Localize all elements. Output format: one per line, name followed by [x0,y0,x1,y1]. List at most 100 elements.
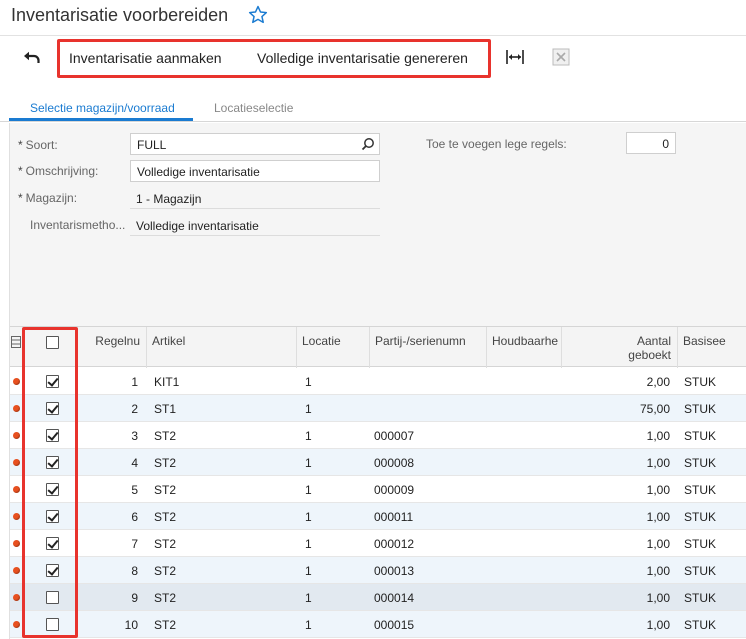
inventory-method-label: Inventarismetho... [30,218,126,232]
row-select-checkbox[interactable] [46,591,59,604]
status-dot-icon [13,567,20,574]
cell-location: 1 [305,510,312,524]
cell-location: 1 [305,618,312,632]
col-header-expiry[interactable]: Houdbaarhe [486,327,561,368]
table-row[interactable]: 2 ST1 1 75,00 STUK [10,395,746,422]
col-header-lot-serial[interactable]: Partij-/serienumn [369,327,486,368]
col-header-item[interactable]: Artikel [146,327,296,368]
status-dot-icon [13,621,20,628]
select-all-checkbox[interactable] [46,336,59,349]
cell-item: ST2 [154,429,177,443]
cell-location: 1 [305,483,312,497]
col-header-book-qty[interactable]: Aantal geboekt [561,327,677,368]
generate-full-inventory-button[interactable]: Volledige inventarisatie genereren [257,50,468,66]
cell-item: ST2 [154,537,177,551]
status-dot-icon [13,594,20,601]
cell-lot-serial: 000012 [374,537,415,551]
cell-lot-serial: 000014 [374,591,415,605]
cell-base-unit: STUK [684,456,717,470]
cell-location: 1 [305,402,312,416]
cell-location: 1 [305,537,312,551]
fit-to-width-icon[interactable] [505,48,525,66]
cell-item: ST2 [154,483,177,497]
toolbar: Inventarisatie aanmaken Volledige invent… [0,37,746,83]
export-excel-icon[interactable] [552,48,570,66]
row-select-checkbox[interactable] [46,618,59,631]
table-row[interactable]: 6 ST2 1 000011 1,00 STUK [10,503,746,530]
cell-line-number: 3 [131,429,138,443]
cell-location: 1 [305,591,312,605]
cell-line-number: 1 [131,375,138,389]
tab-warehouse-selection[interactable]: Selectie magazijn/voorraad [30,101,175,115]
cell-book-qty: 1,00 [646,510,670,524]
table-row[interactable]: 1 KIT1 1 2,00 STUK [10,368,746,395]
cell-book-qty: 1,00 [646,564,670,578]
cell-location: 1 [305,456,312,470]
cell-book-qty: 1,00 [646,537,670,551]
row-select-checkbox[interactable] [46,429,59,442]
row-select-checkbox[interactable] [46,402,59,415]
cell-item: ST2 [154,564,177,578]
cell-line-number: 2 [131,402,138,416]
status-dot-icon [13,513,20,520]
cell-base-unit: STUK [684,537,717,551]
inventory-method-value: Volledige inventarisatie [130,214,380,236]
cell-line-number: 5 [131,483,138,497]
status-dot-icon [13,378,20,385]
row-select-checkbox[interactable] [46,375,59,388]
cell-lot-serial: 000009 [374,483,415,497]
row-select-checkbox[interactable] [46,456,59,469]
selection-form: * Soort: FULL * Omschrijving: Volledige in… [9,123,746,326]
table-row[interactable]: 3 ST2 1 000007 1,00 STUK [10,422,746,449]
create-inventory-button[interactable]: Inventarisatie aanmaken [69,50,222,66]
row-select-checkbox[interactable] [46,537,59,550]
warehouse-label: * Magazijn: [18,191,78,205]
cell-item: ST2 [154,510,177,524]
status-dot-icon [13,405,20,412]
description-input[interactable]: Volledige inventarisatie [130,160,380,182]
cell-book-qty: 75,00 [639,402,670,416]
cell-line-number: 8 [131,564,138,578]
cell-lot-serial: 000007 [374,429,415,443]
cell-line-number: 9 [131,591,138,605]
col-header-location[interactable]: Locatie [296,327,369,368]
cell-line-number: 6 [131,510,138,524]
page-title: Inventarisatie voorbereiden [11,5,229,25]
table-row[interactable]: 10 ST2 1 000015 1,00 STUK [10,611,746,638]
undo-icon[interactable] [22,49,42,69]
warehouse-value: 1 - Magazijn [130,187,380,209]
tab-location-selection[interactable]: Locatieselectie [214,101,293,115]
table-row[interactable]: 5 ST2 1 000009 1,00 STUK [10,476,746,503]
cell-base-unit: STUK [684,591,717,605]
type-input[interactable]: FULL [130,133,380,155]
table-row[interactable]: 9 ST2 1 000014 1,00 STUK [10,584,746,611]
grid-settings-icon[interactable] [11,336,21,348]
grid-header: Regelnu Artikel Locatie Partij-/serienum… [10,326,746,368]
cell-book-qty: 1,00 [646,429,670,443]
cell-line-number: 10 [124,618,138,632]
description-label: * Omschrijving: [18,164,99,178]
title-bar: Inventarisatie voorbereiden [0,0,746,36]
active-tab-indicator [9,118,193,121]
table-row[interactable]: 8 ST2 1 000013 1,00 STUK [10,557,746,584]
table-row[interactable]: 4 ST2 1 000008 1,00 STUK [10,449,746,476]
row-select-checkbox[interactable] [46,483,59,496]
empty-lines-input[interactable]: 0 [626,132,676,154]
table-row[interactable]: 7 ST2 1 000012 1,00 STUK [10,530,746,557]
status-dot-icon [13,540,20,547]
row-select-checkbox[interactable] [46,564,59,577]
star-icon[interactable] [247,4,269,26]
cell-item: KIT1 [154,375,180,389]
col-header-line-number[interactable]: Regelnu [78,327,146,368]
cell-line-number: 7 [131,537,138,551]
col-header-base-unit[interactable]: Basisee [677,327,746,368]
search-icon[interactable] [361,137,375,151]
cell-lot-serial: 000008 [374,456,415,470]
row-select-checkbox[interactable] [46,510,59,523]
inventory-grid: Regelnu Artikel Locatie Partij-/serienum… [9,326,746,639]
status-dot-icon [13,486,20,493]
cell-base-unit: STUK [684,510,717,524]
cell-book-qty: 1,00 [646,591,670,605]
cell-book-qty: 1,00 [646,618,670,632]
cell-base-unit: STUK [684,564,717,578]
